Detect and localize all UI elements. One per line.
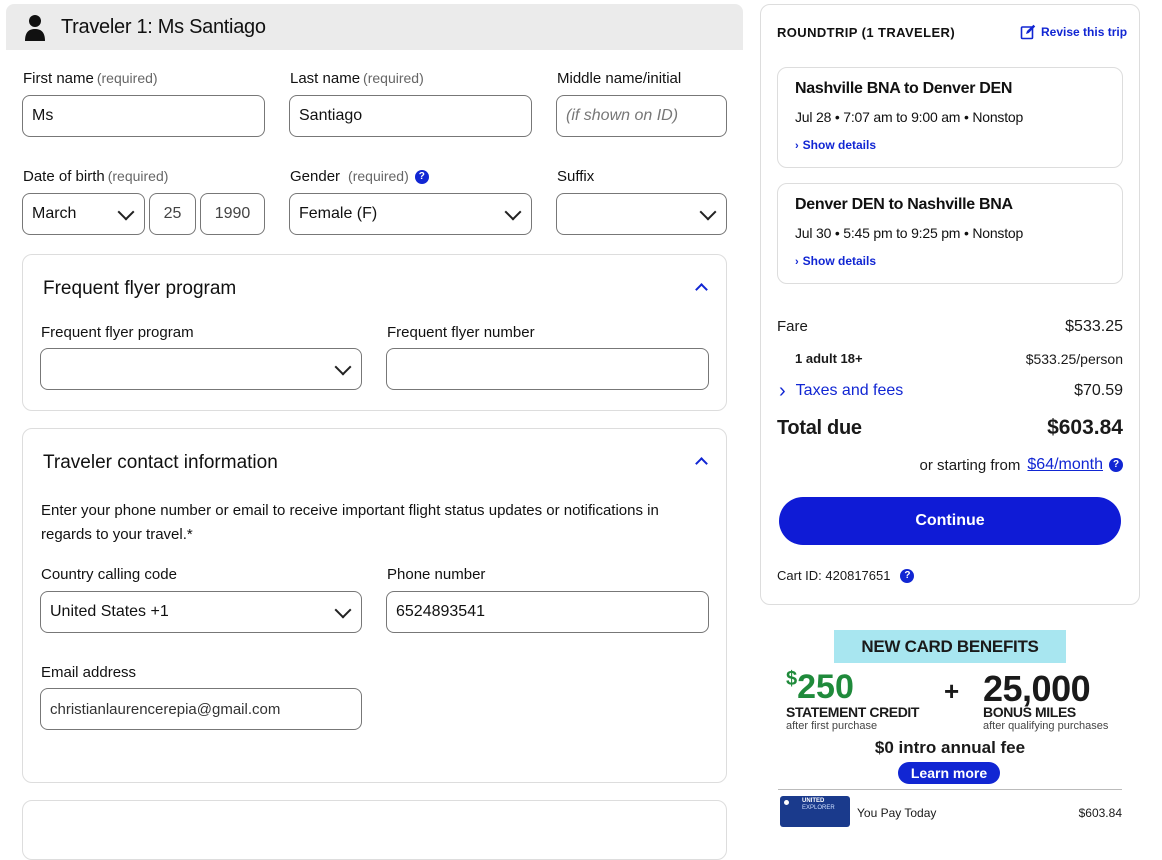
total-value: $603.84 <box>1047 416 1123 439</box>
show-details-link[interactable]: › Show details <box>795 254 876 268</box>
taxes-fees-toggle[interactable]: › Taxes and fees <box>779 380 903 402</box>
credit-amount: $250 <box>786 668 854 706</box>
traveler-header: Traveler 1: Ms Santiago <box>6 4 743 50</box>
monthly-offer: or starting from $64/month ? <box>920 456 1123 474</box>
cart-id: Cart ID: 420817651 ? <box>777 568 915 583</box>
dob-month-select[interactable]: March <box>22 193 145 235</box>
last-name-label: Last name (required) <box>290 70 424 87</box>
help-icon[interactable]: ? <box>1109 458 1123 472</box>
dob-label: Date of birth (required) <box>23 168 169 185</box>
country-code-select[interactable]: United States +1 <box>40 591 362 633</box>
middle-name-label: Middle name/initial <box>557 70 682 87</box>
credit-title: STATEMENT CREDIT <box>786 704 920 720</box>
gender-select[interactable]: Female (F) <box>289 193 532 235</box>
annual-fee: $0 intro annual fee <box>874 738 1026 757</box>
contact-title: Traveler contact information <box>43 452 278 473</box>
continue-button[interactable]: Continue <box>779 497 1121 545</box>
chevron-down-icon <box>699 203 717 221</box>
frequent-flyer-card: Frequent flyer program Frequent flyer pr… <box>22 254 727 411</box>
segment-time: Jul 30 • 5:45 pm to 9:25 pm • Nonstop <box>795 225 1024 241</box>
suffix-label: Suffix <box>557 168 595 185</box>
segment-route: Nashville BNA to Denver DEN <box>795 80 1013 97</box>
segment-card-outbound: Nashville BNA to Denver DEN Jul 28 • 7:0… <box>777 67 1123 168</box>
middle-name-input[interactable]: (if shown on ID) <box>556 95 727 137</box>
next-section-card <box>22 800 727 860</box>
adult-label: 1 adult 18+ <box>795 351 863 366</box>
revise-trip-link[interactable]: Revise this trip <box>1020 24 1127 40</box>
dob-day-input[interactable]: 25 <box>149 193 196 235</box>
trip-summary: ROUNDTRIP (1 TRAVELER) Revise this trip … <box>760 4 1140 605</box>
total-label: Total due <box>777 417 862 439</box>
fare-label: Fare <box>777 318 808 335</box>
suffix-select[interactable] <box>556 193 727 235</box>
first-name-label: First name (required) <box>23 70 158 87</box>
chevron-right-icon: › <box>795 140 799 152</box>
chevron-down-icon <box>504 203 522 221</box>
traveler-title: Traveler 1: Ms Santiago <box>61 16 266 38</box>
show-details-link[interactable]: › Show details <box>795 138 876 152</box>
pay-today-value: $603.84 <box>1078 806 1122 820</box>
chevron-up-icon[interactable] <box>695 283 708 296</box>
email-input[interactable]: christianlaurencerepia@gmail.com <box>40 688 362 730</box>
chevron-up-icon[interactable] <box>695 457 708 470</box>
chevron-right-icon: › <box>795 256 799 268</box>
monthly-link[interactable]: $64/month <box>1027 456 1103 474</box>
contact-description: Enter your phone number or email to rece… <box>41 502 659 543</box>
roundtrip-title: ROUNDTRIP (1 TRAVELER) <box>777 25 956 40</box>
ad-banner: NEW CARD BENEFITS <box>834 630 1066 663</box>
segment-time: Jul 28 • 7:07 am to 9:00 am • Nonstop <box>795 109 1024 125</box>
pay-today-label: You Pay Today <box>857 806 937 820</box>
edit-icon <box>1020 24 1036 40</box>
ff-number-label: Frequent flyer number <box>387 324 535 341</box>
ad-divider <box>778 789 1122 790</box>
help-icon[interactable]: ? <box>414 170 429 185</box>
credit-card-image: UNITED EXPLORER <box>780 796 850 827</box>
last-name-input[interactable]: Santiago <box>289 95 532 137</box>
credit-sub: after first purchase <box>786 720 878 732</box>
fare-value: $533.25 <box>1065 318 1123 335</box>
gender-label: Gender (required)? <box>290 168 429 185</box>
chevron-down-icon <box>334 358 352 376</box>
miles-amount: 25,000 <box>983 668 1091 709</box>
ff-number-input[interactable] <box>386 348 709 390</box>
ff-program-select[interactable] <box>40 348 362 390</box>
country-code-label: Country calling code <box>41 566 177 583</box>
chevron-down-icon <box>334 601 352 619</box>
miles-sub: after qualifying purchases <box>983 720 1109 732</box>
plus-sign: + <box>944 676 960 706</box>
frequent-flyer-title: Frequent flyer program <box>43 278 237 299</box>
dob-year-input[interactable]: 1990 <box>200 193 265 235</box>
email-label: Email address <box>41 664 137 681</box>
taxes-value: $70.59 <box>1074 382 1123 399</box>
first-name-input[interactable]: Ms <box>22 95 265 137</box>
chevron-right-icon: › <box>779 380 786 402</box>
phone-label: Phone number <box>387 566 486 583</box>
learn-more-button[interactable]: Learn more <box>898 762 1000 784</box>
ff-program-label: Frequent flyer program <box>41 324 194 341</box>
card-ad[interactable]: NEW CARD BENEFITS $250 STATEMENT CREDIT … <box>778 628 1122 827</box>
help-icon[interactable]: ? <box>900 568 915 583</box>
adult-value: $533.25/person <box>1025 351 1123 367</box>
chevron-down-icon <box>117 203 135 221</box>
phone-input[interactable]: 6524893541 <box>386 591 709 633</box>
segment-card-return: Denver DEN to Nashville BNA Jul 30 • 5:4… <box>777 183 1123 284</box>
contact-card: Traveler contact information Enter your … <box>22 428 727 783</box>
person-icon <box>25 15 45 41</box>
miles-title: BONUS MILES <box>983 704 1076 720</box>
segment-route: Denver DEN to Nashville BNA <box>795 196 1013 213</box>
